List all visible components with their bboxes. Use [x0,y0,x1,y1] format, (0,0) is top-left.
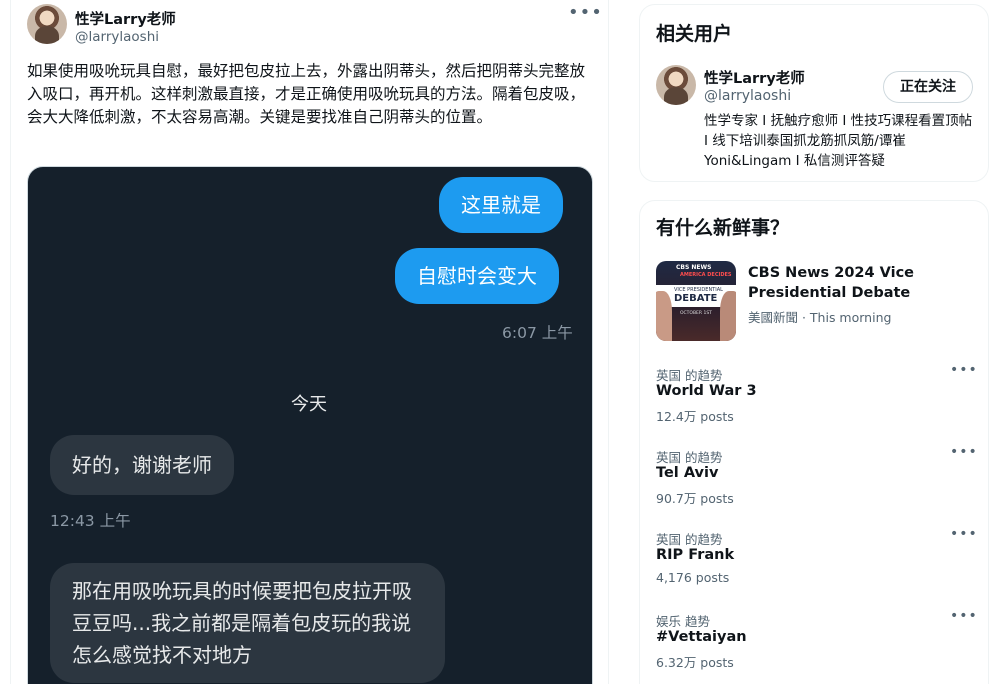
tweet-column: 性学Larry老师 @larrylaoshi ••• 如果使用吸吮玩具自慰，最好… [10,0,609,684]
chat-bubble-incoming: 好的，谢谢老师 [50,435,234,495]
trend-context: 英国 的趋势 [656,450,723,465]
author-name[interactable]: 性学Larry老师 [75,8,176,29]
following-button[interactable]: 正在关注 [883,71,973,103]
tweet-header: 性学Larry老师 @larrylaoshi ••• [27,4,602,46]
whats-happening-title: 有什么新鲜事？ [656,217,790,239]
more-options-icon[interactable]: ••• [950,527,977,545]
trend-name: Tel Aviv [656,465,719,481]
more-options-icon[interactable]: ••• [568,4,602,26]
chat-bubble-outgoing: 这里就是 [439,177,563,233]
trend-post-count: 12.4万 posts [656,409,734,424]
trend-post-count: 90.7万 posts [656,491,734,506]
news-thumb-person-left [656,291,672,341]
trend-name: RIP Frank [656,547,735,563]
news-thumbnail-image[interactable]: CBS NEWS AMERICA DECIDES VICE PRESIDENTI… [656,261,736,341]
chat-bubble-outgoing: 自慰时会变大 [395,248,559,304]
related-user-handle[interactable]: @larrylaoshi [704,88,791,104]
trend-context: 英国 的趋势 [656,368,723,383]
more-options-icon[interactable]: ••• [950,445,977,463]
trend-context: 娱乐 趋势 [656,614,710,629]
news-thumb-sub: AMERICA DECIDES [680,272,732,278]
trend-item[interactable]: 英国 的趋势 Tel Aviv 90.7万 posts ••• [640,445,988,527]
chat-date-divider: 今天 [291,394,327,415]
chat-bubble-incoming: 那在用吸吮玩具的时候要把包皮拉开吸豆豆吗...我之前都是隔着包皮玩的我说怎么感觉… [50,563,445,683]
whats-happening-card: 有什么新鲜事？ CBS NEWS AMERICA DECIDES VICE PR… [639,200,989,684]
related-user-bio: 性学专家 I 抚触疗愈师 I 性技巧课程看置顶帖 I 线下培训泰国抓龙筋抓凤筋/… [704,113,973,169]
trend-name: #Vettaiyan [656,629,747,645]
trend-post-count: 6.32万 posts [656,655,734,670]
news-thumb-brand: CBS NEWS [676,264,712,271]
related-users-card: 相关用户 性学Larry老师 @larrylaoshi 正在关注 性学专家 I … [639,4,989,182]
author-handle[interactable]: @larrylaoshi [75,29,159,45]
related-user-name[interactable]: 性学Larry老师 [704,67,805,88]
news-thumb-person-right [720,291,736,341]
trend-context: 英国 的趋势 [656,532,723,547]
news-thumb-main: DEBATE [674,293,718,304]
more-options-icon[interactable]: ••• [950,609,977,627]
trend-name: World War 3 [656,383,757,399]
author-avatar[interactable] [27,4,67,44]
tweet-text: 如果使用吸吮玩具自慰，最好把包皮拉上去，外露出阴蒂头，然后把阴蒂头完整放入吸口，… [27,62,586,126]
trend-item[interactable]: 娱乐 趋势 #Vettaiyan 6.32万 posts ••• [640,609,988,684]
trend-post-count: 4,176 posts [656,570,730,585]
related-users-title: 相关用户 [656,23,733,45]
related-user-avatar[interactable] [656,65,696,105]
chat-timestamp: 12:43 上午 [50,512,131,530]
trend-item[interactable]: 英国 的趋势 World War 3 12.4万 posts ••• [640,363,988,445]
news-thumb-date: OCTOBER 1ST [680,311,712,316]
chat-timestamp: 6:07 上午 [502,324,573,342]
more-options-icon[interactable]: ••• [950,363,977,381]
news-title[interactable]: CBS News 2024 Vice Presidential Debate [748,263,978,303]
news-meta: 美國新聞 · This morning [748,310,892,325]
tweet-media-chat-screenshot[interactable]: 这里就是 自慰时会变大 6:07 上午 今天 好的，谢谢老师 12:43 上午 … [27,166,593,684]
trend-item[interactable]: 英国 的趋势 RIP Frank 4,176 posts ••• [640,527,988,609]
